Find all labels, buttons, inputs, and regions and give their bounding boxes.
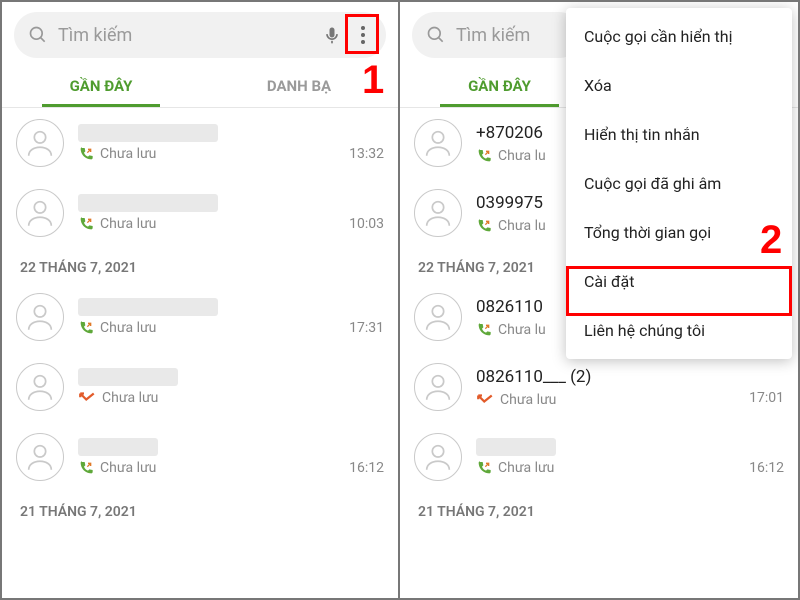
avatar-icon <box>16 433 64 481</box>
call-time: 17:01 <box>749 368 784 406</box>
search-bar[interactable]: Tìm kiếm <box>14 12 386 58</box>
call-sub: Chưa lu <box>498 218 546 234</box>
call-name <box>78 368 178 386</box>
call-sub: Chưa lưu <box>100 320 156 336</box>
avatar-icon <box>16 363 64 411</box>
search-icon <box>28 25 48 45</box>
menu-item-calls-to-show[interactable]: Cuộc gọi cần hiển thị <box>566 12 792 61</box>
tab-contacts[interactable]: DANH BẠ <box>200 64 398 107</box>
call-time: 13:32 <box>349 124 384 162</box>
avatar-icon <box>414 363 462 411</box>
call-outgoing-icon <box>476 218 492 234</box>
call-sub: Chưa lưu <box>500 392 556 408</box>
avatar-icon <box>16 189 64 237</box>
date-header: 22 THÁNG 7, 2021 <box>2 248 398 282</box>
call-row[interactable]: 0826110___ (2) Chưa lưu 17:01 <box>400 352 798 422</box>
call-name <box>78 124 218 142</box>
call-row[interactable]: Chưa lưu 10:03 <box>2 178 398 248</box>
search-placeholder: Tìm kiếm <box>456 25 572 46</box>
call-name <box>78 298 218 316</box>
call-row[interactable]: Chưa lưu 16:12 <box>2 422 398 492</box>
avatar-icon <box>414 293 462 341</box>
call-time: 10:03 <box>349 194 384 232</box>
tabs: GẦN ĐÂY DANH BẠ <box>2 64 398 108</box>
call-sub: Chưa lưu <box>100 146 156 162</box>
menu-item-settings[interactable]: Cài đặt <box>566 257 792 306</box>
call-outgoing-icon <box>78 320 94 336</box>
call-list: Chưa lưu 13:32 Chưa lưu <box>2 108 398 526</box>
tab-recent[interactable]: GẦN ĐÂY <box>2 64 200 107</box>
date-header: 21 THÁNG 7, 2021 <box>400 492 798 526</box>
call-time: 16:12 <box>749 438 784 476</box>
pane-step1: Tìm kiếm GẦN ĐÂY DANH BẠ <box>2 2 400 598</box>
call-row[interactable]: Chưa lưu 16:12 <box>400 422 798 492</box>
call-name <box>78 194 218 212</box>
call-sub: Chưa lưu <box>100 460 156 476</box>
call-name: 0826110___ (2) <box>476 366 741 388</box>
call-sub: Chưa lưu <box>100 216 156 232</box>
overflow-menu: Cuộc gọi cần hiển thị Xóa Hiển thị tin n… <box>566 8 792 359</box>
date-header: 21 THÁNG 7, 2021 <box>2 492 398 526</box>
call-outgoing-icon <box>78 146 94 162</box>
call-row[interactable]: Chưa lưu <box>2 352 398 422</box>
call-outgoing-icon <box>78 460 94 476</box>
call-name <box>78 438 158 456</box>
avatar-icon <box>414 433 462 481</box>
call-time: 17:31 <box>349 298 384 336</box>
menu-item-total-call-time[interactable]: Tổng thời gian gọi <box>566 208 792 257</box>
search-bar[interactable]: Tìm kiếm <box>412 12 582 58</box>
call-outgoing-icon <box>476 148 492 164</box>
avatar-icon <box>414 189 462 237</box>
call-outgoing-icon <box>78 216 94 232</box>
search-icon <box>426 25 446 45</box>
menu-item-delete[interactable]: Xóa <box>566 61 792 110</box>
pane-step2: Tìm kiếm GẦN ĐÂY +870206 Chưa lu <box>400 2 798 598</box>
call-row[interactable]: Chưa lưu 17:31 <box>2 282 398 352</box>
overflow-menu-icon[interactable] <box>350 25 376 45</box>
search-placeholder: Tìm kiếm <box>58 25 322 46</box>
call-sub: Chưa lưu <box>102 390 158 406</box>
call-name <box>476 438 556 456</box>
call-time: 16:12 <box>349 438 384 476</box>
mic-icon[interactable] <box>322 25 342 45</box>
call-missed-icon <box>78 390 96 406</box>
call-missed-icon <box>476 392 494 408</box>
call-sub: Chưa lưu <box>498 460 554 476</box>
menu-item-show-messages[interactable]: Hiển thị tin nhắn <box>566 110 792 159</box>
menu-item-contact-us[interactable]: Liên hệ chúng tôi <box>566 306 792 355</box>
call-outgoing-icon <box>476 322 492 338</box>
avatar-icon <box>16 293 64 341</box>
call-sub: Chưa lu <box>498 148 546 164</box>
menu-item-recorded-calls[interactable]: Cuộc gọi đã ghi âm <box>566 159 792 208</box>
avatar-icon <box>414 119 462 167</box>
call-row[interactable]: Chưa lưu 13:32 <box>2 108 398 178</box>
call-outgoing-icon <box>476 460 492 476</box>
call-sub: Chưa lu <box>498 322 546 338</box>
avatar-icon <box>16 119 64 167</box>
